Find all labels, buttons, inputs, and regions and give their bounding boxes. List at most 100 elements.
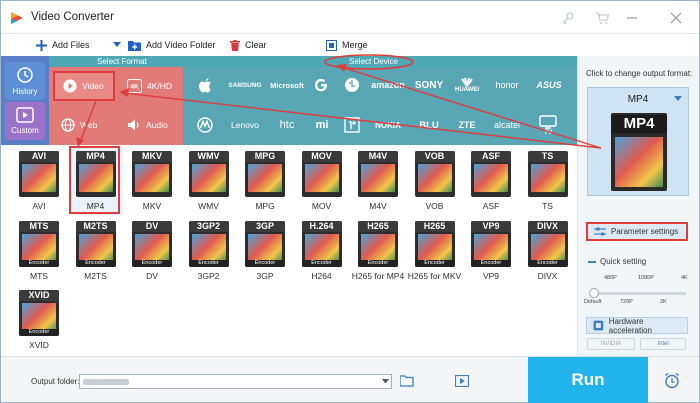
format-wmv[interactable]: WMV WMV [182, 147, 236, 215]
format-mov[interactable]: MOV MOV [295, 147, 349, 215]
output-folder-input[interactable] [79, 374, 392, 389]
clear-button[interactable]: Clear [230, 37, 267, 53]
film-icon [22, 234, 56, 262]
run-button[interactable]: Run [528, 357, 648, 403]
select-device-header[interactable]: Select Device [349, 57, 398, 66]
film-icon [22, 164, 56, 192]
format-mts[interactable]: MTS Encoder MTS [12, 217, 66, 285]
format-label: M2TS [84, 271, 107, 281]
brand-lg[interactable] [337, 72, 367, 98]
merge-button[interactable]: Merge [326, 37, 368, 53]
format-icon-tag: ASF [471, 151, 511, 162]
open-output-folder-icon[interactable] [455, 375, 469, 387]
minimize-button[interactable] [621, 8, 643, 28]
output-format-caption: Click to change output format: [586, 69, 693, 78]
film-icon [474, 234, 508, 262]
format-m4v[interactable]: M4V M4V [351, 147, 405, 215]
format-label: 3GP [256, 271, 274, 281]
format-m2ts[interactable]: M2TS Encoder M2TS [69, 217, 123, 285]
svg-text:4K: 4K [130, 84, 139, 91]
add-files-button[interactable]: Add Files [36, 37, 90, 53]
quality-slider-thumb[interactable] [589, 288, 599, 298]
device-brands: SAMSUNG Microsoft amazon SONY HUAWEI hon… [183, 67, 577, 145]
format-icon: H265 Encoder [358, 221, 398, 267]
key-icon[interactable] [557, 8, 579, 28]
format-asf[interactable]: ASF ASF [464, 147, 518, 215]
brand-apple[interactable] [187, 72, 223, 98]
brand-lenovo[interactable]: Lenovo [225, 112, 265, 138]
encoder-badge: Encoder [188, 260, 229, 267]
category-audio[interactable]: Audio [119, 110, 181, 140]
brand-microsoft[interactable]: Microsoft [267, 72, 307, 98]
brand-tv[interactable]: TV [533, 112, 563, 138]
sidebar-tab-history-label: History [12, 87, 38, 96]
format-h265-for-mkv[interactable]: H265 Encoder H265 for MKV [408, 217, 462, 285]
format-icon-tag: M2TS [75, 221, 116, 232]
oneplus-logo-icon [344, 117, 360, 133]
format-icon: MPG [245, 151, 285, 197]
format-icon-tag: XVID [19, 290, 59, 301]
hardware-acceleration-button[interactable]: Hardware acceleration [586, 317, 688, 335]
quality-slider[interactable] [589, 288, 686, 298]
film-icon [248, 164, 282, 192]
alarm-clock-icon[interactable] [664, 372, 680, 389]
format-vp9[interactable]: VP9 Encoder VP9 [464, 217, 518, 285]
parameter-settings-button[interactable]: Parameter settings [586, 222, 688, 241]
format-label: M4V [369, 201, 387, 211]
category-4k-hd-label: 4K/HD [147, 81, 173, 91]
brand-asus[interactable]: ASUS [529, 72, 569, 98]
format-label: DIVX [537, 271, 558, 281]
apple-logo-icon [198, 77, 211, 92]
folder-plus-icon [128, 40, 141, 51]
sidebar-tab-history[interactable]: History [5, 62, 45, 100]
format-mkv[interactable]: MKV MKV [125, 147, 179, 215]
format-label: MOV [311, 201, 332, 211]
format-3gp[interactable]: 3GP Encoder 3GP [238, 217, 292, 285]
brand-google[interactable] [309, 72, 333, 98]
format-avi[interactable]: AVI AVI [12, 147, 66, 215]
format-xvid[interactable]: XVID Encoder XVID [12, 286, 66, 354]
output-format-selector[interactable]: MP4 MP4 [587, 87, 689, 196]
close-button[interactable] [665, 8, 687, 28]
category-4k-hd[interactable]: 4K 4K/HD [119, 71, 181, 101]
brand-blu[interactable]: BLU [411, 112, 447, 138]
brand-mi[interactable]: mi [309, 112, 335, 138]
cart-icon[interactable] [591, 8, 613, 28]
add-video-folder-button[interactable]: Add Video Folder [128, 37, 215, 53]
format-ts[interactable]: TS TS [521, 147, 575, 215]
sidebar-tab-custom-label: Custom [11, 126, 39, 135]
format-mp4[interactable]: MP4 MP4 [68, 147, 123, 215]
brand-alcatel[interactable]: alcatel [489, 112, 525, 138]
brand-oneplus[interactable] [337, 112, 367, 138]
brand-huawei[interactable]: HUAWEI [449, 72, 485, 98]
format-icon: MOV [301, 151, 342, 197]
quick-setting-label: Quick setting [588, 257, 646, 266]
format-dv[interactable]: DV Encoder DV [125, 217, 179, 285]
format-icon-tag: MTS [19, 221, 59, 232]
format-3gp2[interactable]: 3GP2 Encoder 3GP2 [182, 217, 236, 285]
folder-open-icon[interactable] [400, 375, 415, 387]
category-video[interactable]: Video [53, 71, 115, 101]
format-mpg[interactable]: MPG MPG [238, 147, 292, 215]
output-folder-dropdown[interactable] [379, 375, 391, 388]
format-icon-tag: H265 [358, 221, 398, 232]
brand-htc[interactable]: htc [267, 112, 307, 138]
category-web[interactable]: Web [53, 110, 115, 140]
brand-nokia[interactable]: NOKIA [369, 112, 407, 138]
brand-zte[interactable]: ZTE [449, 112, 485, 138]
format-icon-tag: 3GP [245, 221, 285, 232]
brand-honor[interactable]: honor [489, 72, 525, 98]
format-label: MTS [30, 271, 48, 281]
sidebar-tab-custom[interactable]: Custom [5, 102, 45, 140]
brand-sony[interactable]: SONY [411, 72, 447, 98]
format-h264[interactable]: H.264 Encoder H264 [295, 217, 349, 285]
brand-samsung[interactable]: SAMSUNG [225, 72, 265, 98]
format-divx[interactable]: DIVX Encoder DIVX [521, 217, 575, 285]
format-vob[interactable]: VOB VOB [408, 147, 462, 215]
brand-amazon[interactable]: amazon [369, 72, 407, 98]
film-icon [417, 234, 452, 262]
format-h265-for-mp4[interactable]: H265 Encoder H265 for MP4 [351, 217, 405, 285]
format-label: 3GP2 [197, 271, 220, 281]
brand-motorola[interactable] [187, 112, 223, 138]
add-files-dropdown[interactable] [113, 37, 121, 53]
